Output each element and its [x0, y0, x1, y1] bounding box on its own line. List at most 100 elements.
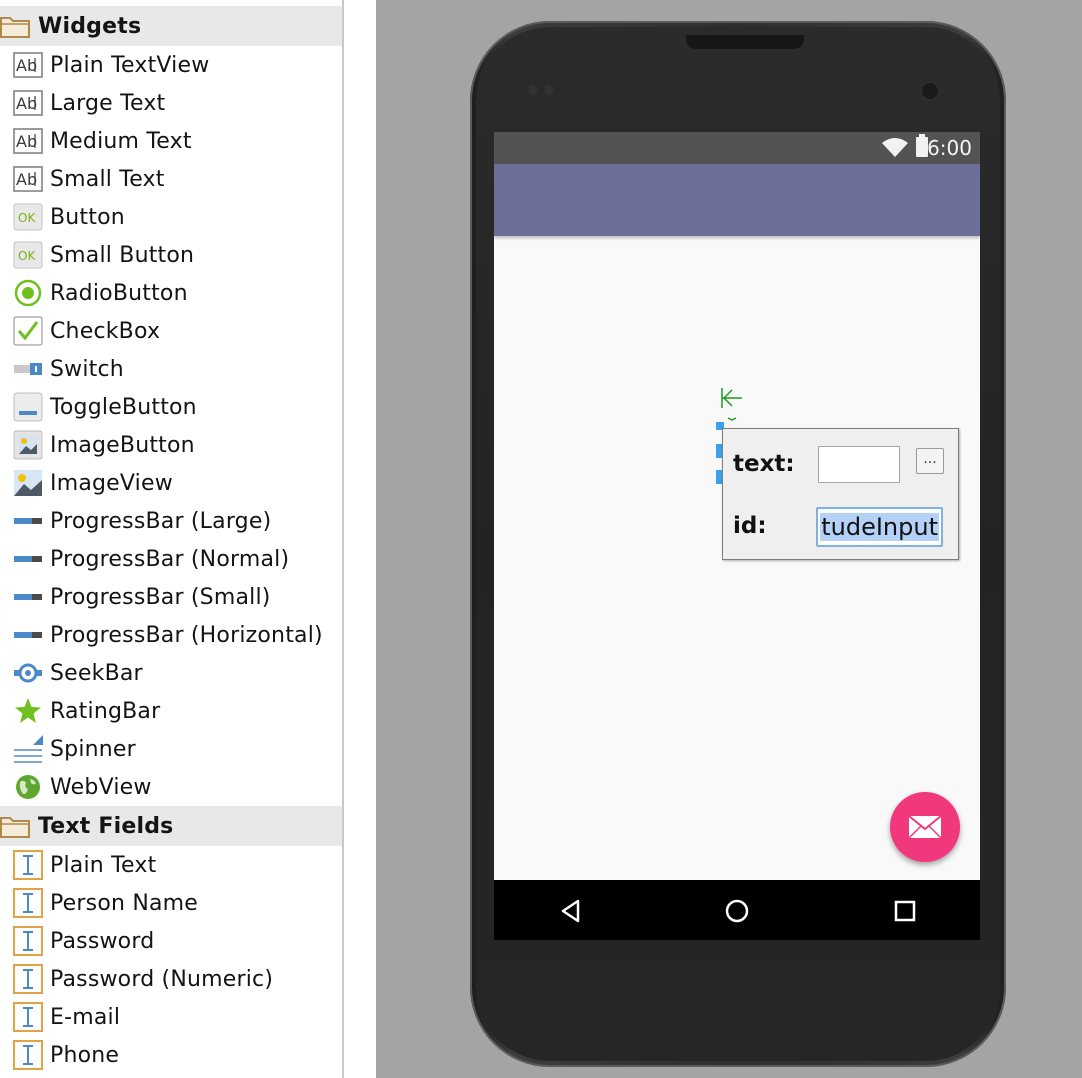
recents-icon[interactable]: [892, 898, 918, 924]
progressbar-icon: [12, 545, 43, 573]
progressbar-icon: [12, 621, 43, 649]
folder-icon: [0, 12, 30, 40]
text-cursor-icon: [12, 964, 43, 994]
quick-properties-popup[interactable]: text: ... id: tudeInput: [722, 428, 959, 560]
palette-item-progressbar-large[interactable]: ProgressBar (Large): [0, 502, 342, 540]
id-property-field[interactable]: tudeInput: [816, 507, 943, 547]
proximity-sensors: [528, 85, 558, 95]
palette-item-label: ProgressBar (Horizontal): [50, 622, 323, 648]
palette-item-label: WebView: [50, 774, 152, 800]
ab-text-icon: Ab: [12, 127, 43, 155]
text-property-field[interactable]: [818, 446, 900, 483]
palette-item-label: Person Name: [50, 890, 199, 916]
front-camera: [922, 83, 938, 99]
palette-item-progressbar-horizontal[interactable]: ProgressBar (Horizontal): [0, 616, 342, 654]
palette-group-widgets[interactable]: Widgets: [0, 6, 342, 46]
toggle-icon: [12, 392, 43, 422]
palette-item-label: Spinner: [50, 736, 136, 762]
spinner-icon: [12, 735, 43, 763]
image-button-icon: [12, 430, 43, 460]
palette-item-label: Medium Text: [50, 128, 192, 154]
palette-group-text-fields[interactable]: Text Fields: [0, 806, 342, 846]
palette-item-label: RatingBar: [50, 698, 161, 724]
text-property-label: text:: [733, 451, 795, 477]
back-icon[interactable]: [558, 898, 584, 924]
palette-item-password[interactable]: Password: [0, 922, 342, 960]
ab-text-icon: Ab: [12, 89, 43, 117]
radio-icon: [12, 279, 43, 307]
ok-button-icon: OK: [12, 241, 43, 269]
palette-item-switch[interactable]: Switch: [0, 350, 342, 388]
text-cursor-icon: [12, 850, 43, 880]
svg-text:Ab: Ab: [16, 56, 37, 75]
palette-item-ratingbar[interactable]: RatingBar: [0, 692, 342, 730]
palette-item-label: CheckBox: [50, 318, 161, 344]
palette-item-large-text[interactable]: Ab Large Text: [0, 84, 342, 122]
text-cursor-icon: [12, 1002, 43, 1032]
checkbox-icon: [12, 316, 43, 346]
palette-item-label: ProgressBar (Normal): [50, 546, 290, 572]
palette-item-password-numeric[interactable]: Password (Numeric): [0, 960, 342, 998]
home-icon[interactable]: [724, 898, 750, 924]
palette-item-progressbar-small[interactable]: ProgressBar (Small): [0, 578, 342, 616]
palette-item-spinner[interactable]: Spinner: [0, 730, 342, 768]
palette-item-label: E-mail: [50, 1004, 121, 1030]
palette-item-label: RadioButton: [50, 280, 188, 306]
id-property-value: tudeInput: [820, 513, 939, 541]
svg-text:Ab: Ab: [16, 170, 37, 189]
panel-gap: [344, 0, 376, 1078]
palette-item-medium-text[interactable]: Ab Medium Text: [0, 122, 342, 160]
palette-item-label: ImageButton: [50, 432, 195, 458]
palette-item-label: SeekBar: [50, 660, 143, 686]
navigation-bar: [494, 880, 980, 940]
palette-item-label: Button: [50, 204, 125, 230]
palette-item-label: Switch: [50, 356, 124, 382]
earpiece-speaker: [686, 35, 804, 49]
palette-item-label: ProgressBar (Large): [50, 508, 272, 534]
palette-item-togglebutton[interactable]: ToggleButton: [0, 388, 342, 426]
more-options-button[interactable]: ...: [916, 448, 944, 474]
palette-item-label: Small Button: [50, 242, 195, 268]
palette-item-imageview[interactable]: ImageView: [0, 464, 342, 502]
globe-icon: [12, 773, 43, 801]
image-view-icon: [12, 469, 43, 497]
palette-item-label: Large Text: [50, 90, 166, 116]
ok-button-icon: OK: [12, 203, 43, 231]
palette-item-webview[interactable]: WebView: [0, 768, 342, 806]
envelope-icon: [908, 815, 942, 839]
switch-icon: [12, 355, 43, 383]
palette-item-checkbox[interactable]: CheckBox: [0, 312, 342, 350]
palette-item-label: ProgressBar (Small): [50, 584, 271, 610]
palette-item-button[interactable]: OK Button: [0, 198, 342, 236]
app-bar[interactable]: [494, 164, 980, 236]
palette-item-person-name[interactable]: Person Name: [0, 884, 342, 922]
palette-group-label: Widgets: [38, 13, 142, 39]
palette-item-label: Password: [50, 928, 155, 954]
palette-item-small-button[interactable]: OK Small Button: [0, 236, 342, 274]
text-cursor-icon: [12, 1040, 43, 1070]
star-icon: [12, 697, 43, 725]
palette-item-e-mail[interactable]: E-mail: [0, 998, 342, 1036]
palette-item-plain-textview[interactable]: Ab Plain TextView: [0, 46, 342, 84]
palette-item-label: Phone: [50, 1042, 120, 1068]
folder-icon: [0, 812, 30, 840]
id-property-label: id:: [733, 513, 767, 539]
palette-item-radiobutton[interactable]: RadioButton: [0, 274, 342, 312]
svg-text:Ab: Ab: [16, 132, 37, 151]
palette-item-plain-text[interactable]: Plain Text: [0, 846, 342, 884]
palette-item-label: Small Text: [50, 166, 165, 192]
status-bar: 6:00: [494, 132, 980, 164]
svg-text:Ab: Ab: [16, 94, 37, 113]
palette-item-imagebutton[interactable]: ImageButton: [0, 426, 342, 464]
text-cursor-icon: [12, 926, 43, 956]
svg-text:OK: OK: [18, 249, 36, 263]
palette-item-label: Password (Numeric): [50, 966, 274, 992]
palette-item-small-text[interactable]: Ab Small Text: [0, 160, 342, 198]
fab-button[interactable]: [890, 792, 960, 862]
ab-text-icon: Ab: [12, 51, 43, 79]
palette-item-progressbar-normal[interactable]: ProgressBar (Normal): [0, 540, 342, 578]
palette-item-seekbar[interactable]: SeekBar: [0, 654, 342, 692]
ab-text-icon: Ab: [12, 165, 43, 193]
palette-item-label: ToggleButton: [50, 394, 197, 420]
palette-item-phone[interactable]: Phone: [0, 1036, 342, 1074]
